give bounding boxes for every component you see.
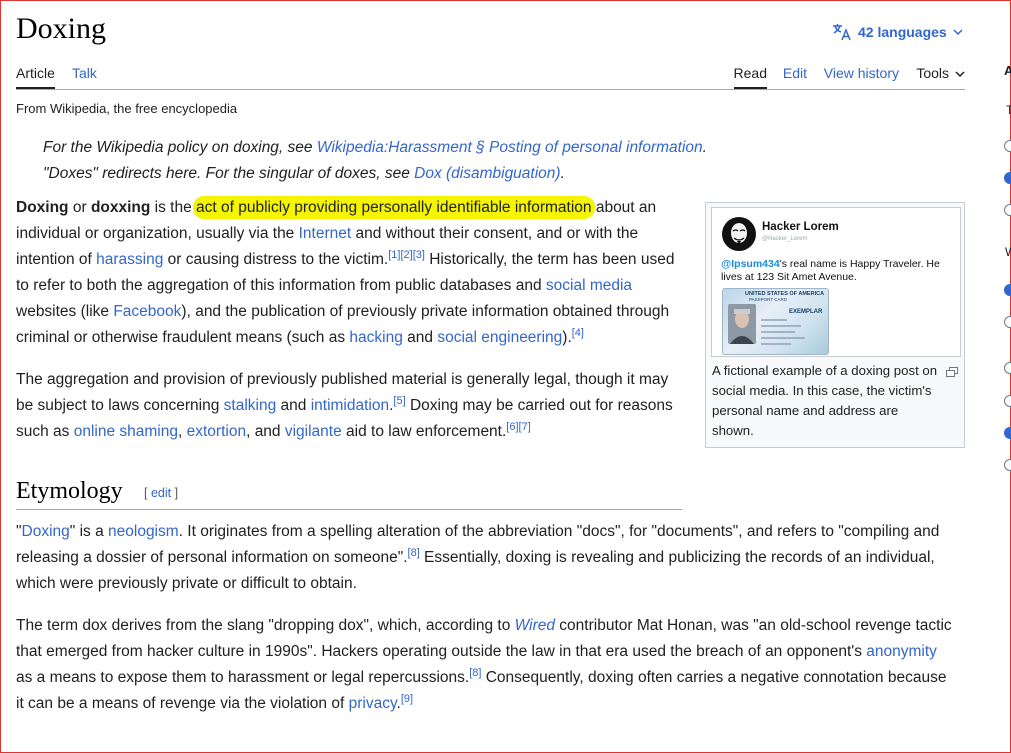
ref-6[interactable]: [6] <box>506 421 518 433</box>
link-wired[interactable]: Wired <box>515 617 555 634</box>
link-extortion[interactable]: extortion <box>187 423 246 440</box>
ref-8b[interactable]: [8] <box>469 667 481 679</box>
tab-edit[interactable]: Edit <box>783 65 807 81</box>
sidebar-letter: W <box>1005 245 1011 259</box>
tab-view-history[interactable]: View history <box>824 65 899 81</box>
link-harassing[interactable]: harassing <box>96 251 163 268</box>
ref-1[interactable]: [1] <box>388 249 400 261</box>
tweet-author: Hacker Lorem <box>762 221 839 233</box>
ref-8[interactable]: [8] <box>408 547 420 559</box>
tweet-mention: @Ipsum434 <box>721 258 780 270</box>
sidebar-letter: T <box>1006 103 1011 117</box>
link-internet[interactable]: Internet <box>299 225 352 242</box>
avatar <box>722 217 756 251</box>
site-subtitle: From Wikipedia, the free encyclopedia <box>16 101 238 116</box>
tab-talk[interactable]: Talk <box>72 65 97 81</box>
tweet-image[interactable]: Hacker Lorem @Hacker_Lorem @Ipsum434's r… <box>711 207 961 357</box>
chevron-down-icon <box>953 28 963 36</box>
radio-option-selected[interactable] <box>1004 284 1011 296</box>
link-facebook[interactable]: Facebook <box>113 303 181 320</box>
ref-2[interactable]: [2] <box>400 249 412 261</box>
ref-9[interactable]: [9] <box>401 693 413 705</box>
hatnote-policy: For the Wikipedia policy on doxing, see … <box>43 139 707 156</box>
radio-option[interactable] <box>1004 140 1011 152</box>
radio-option[interactable] <box>1004 362 1011 374</box>
highlighted-text: act of publicly providing personally ide… <box>196 199 592 216</box>
card-photo <box>728 304 756 344</box>
infobox-caption: A fictional example of a doxing post on … <box>712 363 938 438</box>
radio-option[interactable] <box>1004 316 1011 328</box>
section-heading-etymology: Etymology [ edit ] <box>16 473 682 510</box>
ref-4[interactable]: [4] <box>572 327 584 339</box>
infobox: Hacker Lorem @Hacker_Lorem @Ipsum434's r… <box>705 202 965 448</box>
link-stalking[interactable]: stalking <box>224 397 277 414</box>
tweet-text: @Ipsum434's real name is Happy Traveler.… <box>721 258 940 283</box>
etymology-paragraph-1: "Doxing" is a neologism. It originates f… <box>16 523 940 592</box>
radio-option[interactable] <box>1004 204 1011 216</box>
tools-label: Tools <box>916 65 949 81</box>
lead-paragraph-2: The aggregation and provision of previou… <box>16 371 673 440</box>
tab-read[interactable]: Read <box>733 65 767 89</box>
language-button[interactable]: 42 languages <box>832 23 963 41</box>
link-dox-disambiguation[interactable]: Dox (disambiguation) <box>414 165 560 182</box>
link-online-shaming[interactable]: online shaming <box>74 423 178 440</box>
passport-card-image: UNITED STATES OF AMERICA PASSPORT CARD E… <box>722 288 829 355</box>
link-neologism[interactable]: neologism <box>108 523 179 540</box>
radio-option-selected[interactable] <box>1004 427 1011 439</box>
ref-7[interactable]: [7] <box>519 421 531 433</box>
translate-icon <box>832 23 852 41</box>
radio-option[interactable] <box>1004 459 1011 471</box>
link-social-engineering[interactable]: social engineering <box>437 329 562 346</box>
radio-option[interactable] <box>1004 395 1011 407</box>
appearance-sidebar: A T W <box>1000 0 1011 753</box>
link-social-media[interactable]: social media <box>546 277 632 294</box>
hatnote-redirect: "Doxes" redirects here. For the singular… <box>43 165 565 182</box>
tools-menu[interactable]: Tools <box>916 65 965 81</box>
enlarge-icon[interactable] <box>946 364 958 377</box>
ref-5[interactable]: [5] <box>393 395 405 407</box>
section-title: Etymology <box>16 478 123 504</box>
link-intimidation[interactable]: intimidation <box>311 397 389 414</box>
link-vigilante[interactable]: vigilante <box>285 423 342 440</box>
tab-article[interactable]: Article <box>16 65 55 89</box>
tweet-handle: @Hacker_Lorem <box>762 236 808 242</box>
radio-option-selected[interactable] <box>1004 172 1011 184</box>
link-anonymity[interactable]: anonymity <box>866 643 937 660</box>
link-hacking[interactable]: hacking <box>349 329 402 346</box>
page-title: Doxing <box>16 12 106 45</box>
link-harassment-policy[interactable]: Wikipedia:Harassment § Posting of person… <box>317 139 703 156</box>
languages-label: 42 languages <box>858 24 947 40</box>
edit-section-link[interactable]: edit <box>151 486 171 500</box>
ref-3[interactable]: [3] <box>413 249 425 261</box>
link-doxing[interactable]: Doxing <box>22 523 70 540</box>
lead-paragraph-1: Doxing or doxxing is the act of publicly… <box>16 199 675 346</box>
link-privacy[interactable]: privacy <box>349 695 397 712</box>
etymology-paragraph-2: The term dox derives from the slang "dro… <box>16 617 952 712</box>
section-edit: [ edit ] <box>144 486 179 500</box>
chevron-down-icon <box>955 65 965 81</box>
sidebar-letter: A <box>1004 63 1011 78</box>
page-tabs: Article Talk Read Edit View history Tool… <box>16 63 965 90</box>
